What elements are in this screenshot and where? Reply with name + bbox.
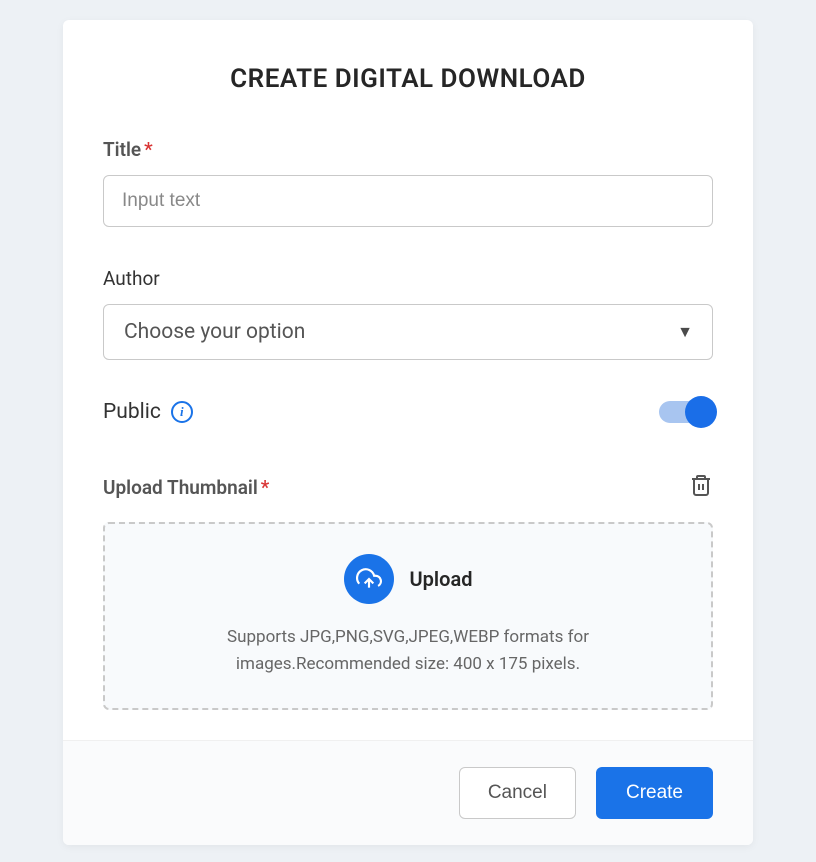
toggle-knob xyxy=(685,396,717,428)
title-field-group: Title* xyxy=(103,138,713,227)
modal-footer: Cancel Create xyxy=(63,740,753,845)
author-select-wrapper: Choose your option ▼ xyxy=(103,304,713,360)
upload-area[interactable]: Upload Supports JPG,PNG,SVG,JPEG,WEBP fo… xyxy=(103,522,713,710)
author-label: Author xyxy=(103,267,713,290)
trash-icon[interactable] xyxy=(689,472,713,502)
upload-icon-circle[interactable] xyxy=(344,554,394,604)
upload-hint: Supports JPG,PNG,SVG,JPEG,WEBP formats f… xyxy=(145,624,671,678)
modal-title: CREATE DIGITAL DOWNLOAD xyxy=(103,64,713,94)
create-download-modal: CREATE DIGITAL DOWNLOAD Title* Author Ch… xyxy=(63,20,753,845)
author-select[interactable]: Choose your option xyxy=(103,304,713,360)
author-field-group: Author Choose your option ▼ xyxy=(103,267,713,360)
title-label: Title* xyxy=(103,138,713,161)
upload-button-label: Upload xyxy=(410,567,473,591)
cancel-button[interactable]: Cancel xyxy=(459,767,576,819)
required-marker: * xyxy=(144,138,153,161)
title-input[interactable] xyxy=(103,175,713,227)
info-icon[interactable]: i xyxy=(171,401,193,423)
thumbnail-label: Upload Thumbnail* xyxy=(103,476,269,499)
thumbnail-label-text: Upload Thumbnail xyxy=(103,476,258,499)
upload-button-row: Upload xyxy=(145,554,671,604)
public-toggle[interactable] xyxy=(659,401,713,423)
thumbnail-header: Upload Thumbnail* xyxy=(103,472,713,502)
public-field-row: Public i xyxy=(103,400,713,424)
modal-body: CREATE DIGITAL DOWNLOAD Title* Author Ch… xyxy=(63,20,753,740)
author-select-value: Choose your option xyxy=(124,320,305,344)
public-label-group: Public i xyxy=(103,400,193,424)
public-label: Public xyxy=(103,400,161,424)
required-marker: * xyxy=(261,476,270,499)
cloud-upload-icon xyxy=(356,566,382,592)
create-button[interactable]: Create xyxy=(596,767,713,819)
title-label-text: Title xyxy=(103,138,141,161)
